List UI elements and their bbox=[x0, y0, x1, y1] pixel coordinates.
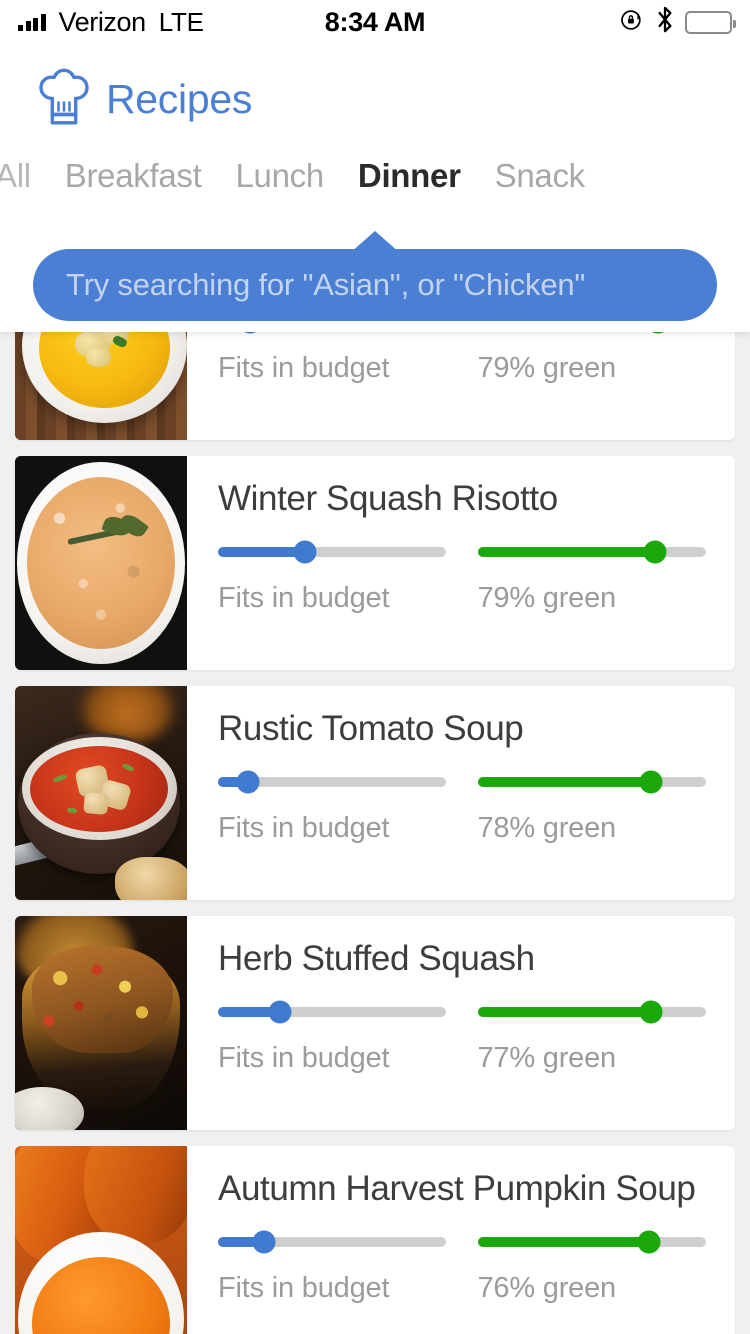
category-tab-bar: All Breakfast Lunch Dinner Snack bbox=[0, 141, 750, 211]
recipe-title: Winter Squash Risotto bbox=[218, 479, 558, 518]
green-slider[interactable] bbox=[477, 770, 706, 793]
green-meter: 77% green bbox=[477, 1000, 708, 1075]
recipe-card-body: Rustic Tomato Soup Fits in budget 78% gr… bbox=[187, 686, 735, 900]
tab-snack[interactable]: Snack bbox=[478, 157, 602, 195]
green-slider-thumb bbox=[639, 1000, 663, 1023]
budget-label: Fits in budget bbox=[218, 351, 390, 384]
recipe-card[interactable]: Winter Squash Risotto Fits in budget 79%… bbox=[15, 456, 735, 670]
budget-slider-thumb bbox=[293, 540, 317, 563]
recipe-card-body: Curried Cauliflower Soup Fits in budget bbox=[187, 332, 735, 440]
app-title-row: Recipes bbox=[0, 44, 750, 136]
recipe-thumbnail bbox=[15, 686, 187, 900]
status-bar-right bbox=[619, 6, 736, 38]
budget-meter: Fits in budget bbox=[218, 540, 448, 615]
recipe-title: Autumn Harvest Pumpkin Soup bbox=[218, 1169, 696, 1208]
green-label: 77% green bbox=[477, 1041, 617, 1074]
budget-slider[interactable] bbox=[218, 540, 446, 563]
herb-stuffed-squash-photo bbox=[15, 916, 187, 1130]
recipe-thumbnail bbox=[15, 456, 187, 670]
recipe-card[interactable]: Rustic Tomato Soup Fits in budget 78% gr… bbox=[15, 686, 735, 900]
page-title: Recipes bbox=[106, 75, 253, 122]
search-input[interactable]: Try searching for "Asian", or "Chicken" bbox=[33, 249, 717, 321]
green-slider-thumb bbox=[637, 1230, 660, 1253]
battery-icon bbox=[685, 10, 736, 34]
green-slider[interactable] bbox=[477, 1000, 706, 1023]
recipe-card-body: Winter Squash Risotto Fits in budget 79%… bbox=[187, 456, 735, 670]
green-meter: 79% green bbox=[478, 332, 708, 385]
status-bar-left: Verizon LTE bbox=[18, 7, 204, 38]
signal-bars-icon bbox=[18, 13, 46, 31]
recipe-card-body: Herb Stuffed Squash Fits in budget 77% g… bbox=[187, 916, 735, 1130]
budget-slider[interactable] bbox=[218, 770, 446, 793]
recipe-card[interactable]: Curried Cauliflower Soup Fits in budget bbox=[15, 332, 735, 440]
winter-squash-risotto-photo bbox=[15, 456, 187, 670]
green-slider-thumb bbox=[643, 540, 667, 563]
rotation-lock-icon bbox=[619, 7, 645, 38]
tab-all[interactable]: All bbox=[0, 157, 48, 195]
green-label: 76% green bbox=[477, 1271, 617, 1304]
search-placeholder-text: Try searching for "Asian", or "Chicken" bbox=[66, 267, 586, 302]
green-slider-fill bbox=[477, 1236, 649, 1247]
carrier-name: Verizon bbox=[58, 6, 147, 37]
tab-breakfast[interactable]: Breakfast bbox=[48, 157, 219, 195]
budget-slider-thumb bbox=[252, 1230, 276, 1253]
budget-label: Fits in budget bbox=[218, 811, 390, 844]
budget-meter: Fits in budget bbox=[218, 332, 448, 385]
recipe-meters: Fits in budget 78% green bbox=[218, 770, 708, 845]
recipe-meters: Fits in budget 79% green bbox=[218, 540, 708, 615]
green-slider-fill bbox=[477, 1006, 651, 1017]
green-slider-fill bbox=[477, 776, 651, 787]
bluetooth-icon bbox=[656, 6, 674, 38]
green-slider-fill bbox=[477, 546, 656, 557]
green-slider-thumb bbox=[646, 332, 670, 333]
budget-label: Fits in budget bbox=[218, 581, 390, 614]
curried-cauliflower-soup-photo bbox=[15, 332, 187, 440]
budget-label: Fits in budget bbox=[218, 1271, 390, 1304]
green-label: 78% green bbox=[477, 811, 617, 844]
tab-dinner[interactable]: Dinner bbox=[341, 157, 478, 195]
budget-slider-thumb bbox=[238, 332, 262, 333]
recipe-list-inner: Curried Cauliflower Soup Fits in budget bbox=[0, 332, 750, 1334]
recipe-list[interactable]: Curried Cauliflower Soup Fits in budget bbox=[0, 332, 750, 1334]
budget-slider-fill bbox=[218, 546, 305, 557]
recipe-title: Herb Stuffed Squash bbox=[218, 939, 535, 978]
budget-slider-thumb bbox=[236, 770, 260, 793]
recipe-card-body: Autumn Harvest Pumpkin Soup Fits in budg… bbox=[187, 1146, 735, 1334]
rustic-tomato-soup-photo bbox=[15, 686, 187, 900]
budget-slider[interactable] bbox=[218, 1230, 446, 1253]
budget-meter: Fits in budget bbox=[218, 1000, 448, 1075]
green-meter: 78% green bbox=[477, 770, 708, 845]
recipe-card[interactable]: Herb Stuffed Squash Fits in budget 77% g… bbox=[15, 916, 735, 1130]
green-meter: 79% green bbox=[477, 540, 708, 615]
green-slider[interactable] bbox=[477, 540, 706, 563]
green-slider-thumb bbox=[639, 770, 663, 793]
green-meter: 76% green bbox=[477, 1230, 708, 1305]
app-header: Recipes All Breakfast Lunch Dinner Snack… bbox=[0, 44, 750, 332]
budget-slider-thumb bbox=[268, 1000, 292, 1023]
tab-lunch[interactable]: Lunch bbox=[218, 157, 340, 195]
recipe-thumbnail bbox=[15, 332, 187, 440]
recipe-card[interactable]: Autumn Harvest Pumpkin Soup Fits in budg… bbox=[15, 1146, 735, 1334]
recipe-title: Rustic Tomato Soup bbox=[218, 709, 524, 748]
budget-label: Fits in budget bbox=[218, 1041, 390, 1074]
recipe-meters: Fits in budget 77% green bbox=[218, 1000, 708, 1075]
recipe-meters: Fits in budget 79% green bbox=[218, 332, 707, 385]
chef-hat-icon bbox=[36, 68, 92, 131]
recipe-meters: Fits in budget 76% green bbox=[218, 1230, 708, 1305]
green-slider[interactable] bbox=[477, 1230, 706, 1253]
autumn-harvest-pumpkin-soup-photo bbox=[15, 1146, 187, 1334]
search-bubble-wrapper: Try searching for "Asian", or "Chicken" bbox=[0, 231, 750, 321]
green-label: 79% green bbox=[477, 581, 617, 614]
budget-meter: Fits in budget bbox=[218, 770, 448, 845]
recipe-thumbnail bbox=[15, 1146, 187, 1334]
recipe-thumbnail bbox=[15, 916, 187, 1130]
budget-meter: Fits in budget bbox=[218, 1230, 448, 1305]
recipes-app-screen: Verizon LTE 8:34 AM Recipes All Breakfas… bbox=[0, 0, 750, 1334]
budget-slider[interactable] bbox=[218, 1000, 446, 1023]
status-bar: Verizon LTE 8:34 AM bbox=[0, 0, 750, 44]
network-type: LTE bbox=[158, 6, 204, 37]
green-label: 79% green bbox=[477, 351, 617, 384]
